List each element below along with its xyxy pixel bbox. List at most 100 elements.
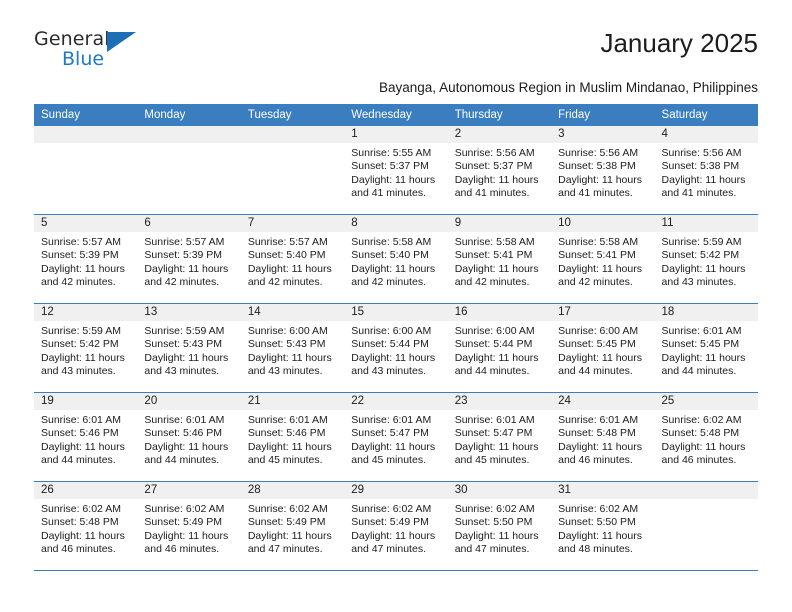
day-number: 5 [34, 215, 138, 232]
calendar-week-row: 26 Sunrise: 6:02 AM Sunset: 5:48 PM Dayligh… [34, 481, 758, 571]
calendar-day[interactable]: 12 Sunrise: 5:59 AM Sunset: 5:42 PM Dayligh… [34, 304, 138, 392]
calendar-day[interactable]: 1 Sunrise: 5:55 AM Sunset: 5:37 PM Daylight… [344, 126, 448, 214]
day-sun-info: Sunrise: 6:01 AM Sunset: 5:45 PM Daylight:… [655, 321, 758, 379]
calendar-day[interactable]: 30 Sunrise: 6:02 AM Sunset: 5:50 PM Dayligh… [447, 482, 552, 570]
calendar-day[interactable]: 21 Sunrise: 6:01 AM Sunset: 5:46 PM Dayligh… [240, 393, 345, 481]
calendar-day[interactable]: 26 Sunrise: 6:02 AM Sunset: 5:48 PM Dayligh… [34, 482, 138, 570]
calendar-day[interactable]: 8 Sunrise: 5:58 AM Sunset: 5:40 PM Daylight… [344, 215, 448, 303]
daylight-text-line2: and 44 minutes. [454, 365, 530, 378]
calendar-day[interactable]: 3 Sunrise: 5:56 AM Sunset: 5:38 PM Daylight… [551, 126, 655, 214]
sunrise-text: Sunrise: 6:02 AM [351, 503, 432, 515]
calendar-day-empty [240, 126, 345, 214]
calendar-day[interactable]: 17 Sunrise: 6:00 AM Sunset: 5:45 PM Dayligh… [551, 304, 655, 392]
calendar-week-row: 19 Sunrise: 6:01 AM Sunset: 5:46 PM Dayligh… [34, 392, 758, 482]
calendar-cell: 29 Sunrise: 6:02 AM Sunset: 5:49 PM Dayligh… [344, 481, 448, 571]
calendar-day[interactable]: 11 Sunrise: 5:59 AM Sunset: 5:42 PM Dayligh… [654, 215, 758, 303]
sunset-text: Sunset: 5:50 PM [558, 516, 636, 529]
calendar-cell: 3 Sunrise: 5:56 AM Sunset: 5:38 PM Daylight… [551, 126, 655, 215]
daylight-text-line1: Daylight: 11 hours [247, 440, 332, 453]
calendar-day[interactable]: 16 Sunrise: 6:00 AM Sunset: 5:44 PM Dayligh… [447, 304, 552, 392]
daylight-text-line2: and 48 minutes. [558, 543, 633, 556]
day-sun-info: Sunrise: 6:02 AM Sunset: 5:49 PM Daylight:… [344, 499, 447, 557]
daylight-text-line2: and 42 minutes. [454, 276, 530, 289]
calendar-cell: 12 Sunrise: 5:59 AM Sunset: 5:42 PM Dayligh… [34, 303, 138, 393]
generalblue-logo[interactable]: General Blue [34, 28, 154, 76]
daylight-text-line2: and 42 minutes. [247, 276, 323, 289]
sunrise-text: Sunrise: 6:01 AM [351, 414, 432, 426]
day-sun-info: Sunrise: 6:02 AM Sunset: 5:49 PM Daylight:… [137, 499, 240, 557]
day-number: 14 [240, 304, 345, 321]
calendar-cell: 9 Sunrise: 5:58 AM Sunset: 5:41 PM Daylight… [447, 214, 552, 304]
weekday-header-saturday: Saturday [654, 104, 758, 126]
day-sun-info: Sunrise: 5:59 AM Sunset: 5:42 PM Daylight:… [655, 232, 758, 290]
sunset-text: Sunset: 5:41 PM [558, 249, 636, 262]
daylight-text-line2: and 42 minutes. [351, 276, 426, 289]
calendar-day[interactable]: 9 Sunrise: 5:58 AM Sunset: 5:41 PM Daylight… [447, 215, 552, 303]
calendar-day[interactable]: 4 Sunrise: 5:56 AM Sunset: 5:38 PM Daylight… [654, 126, 758, 214]
weekday-header-row: Sunday Monday Tuesday Wednesday Thursday… [34, 104, 758, 126]
calendar-day[interactable]: 10 Sunrise: 5:58 AM Sunset: 5:41 PM Dayligh… [551, 215, 655, 303]
daylight-text-line1: Daylight: 11 hours [558, 529, 642, 542]
day-number: 24 [551, 393, 655, 410]
daylight-text-line2: and 47 minutes. [351, 543, 426, 556]
day-number: 10 [551, 215, 655, 232]
calendar-day[interactable]: 5 Sunrise: 5:57 AM Sunset: 5:39 PM Daylight… [34, 215, 138, 303]
daylight-text-line1: Daylight: 11 hours [454, 173, 539, 186]
calendar-day[interactable]: 28 Sunrise: 6:02 AM Sunset: 5:49 PM Dayligh… [240, 482, 345, 570]
calendar-cell: 13 Sunrise: 5:59 AM Sunset: 5:43 PM Dayligh… [137, 303, 241, 393]
calendar-day[interactable]: 13 Sunrise: 5:59 AM Sunset: 5:43 PM Dayligh… [137, 304, 241, 392]
daylight-text-line1: Daylight: 11 hours [558, 173, 642, 186]
sunset-text: Sunset: 5:50 PM [454, 516, 533, 529]
daylight-text-line2: and 46 minutes. [558, 454, 633, 467]
day-number: 20 [137, 393, 241, 410]
day-number [240, 126, 345, 143]
sunset-text: Sunset: 5:45 PM [661, 338, 740, 351]
calendar-day-empty [654, 482, 758, 570]
day-sun-info: Sunrise: 6:00 AM Sunset: 5:44 PM Daylight:… [344, 321, 447, 379]
day-sun-info: Sunrise: 5:55 AM Sunset: 5:37 PM Daylight:… [344, 143, 447, 201]
calendar-day[interactable]: 2 Sunrise: 5:56 AM Sunset: 5:37 PM Daylight… [447, 126, 552, 214]
calendar-day[interactable]: 27 Sunrise: 6:02 AM Sunset: 5:49 PM Dayligh… [137, 482, 241, 570]
daylight-text-line2: and 43 minutes. [247, 365, 323, 378]
daylight-text-line1: Daylight: 11 hours [351, 262, 436, 275]
daylight-text-line1: Daylight: 11 hours [558, 262, 642, 275]
daylight-text-line2: and 42 minutes. [144, 276, 220, 289]
sunrise-text: Sunrise: 5:56 AM [558, 147, 639, 159]
day-sun-info: Sunrise: 5:57 AM Sunset: 5:39 PM Daylight:… [34, 232, 137, 290]
day-sun-info: Sunrise: 5:58 AM Sunset: 5:41 PM Daylight:… [448, 232, 551, 290]
sunrise-text: Sunrise: 6:00 AM [558, 325, 639, 337]
calendar-day[interactable]: 29 Sunrise: 6:02 AM Sunset: 5:49 PM Dayligh… [344, 482, 448, 570]
calendar-day[interactable]: 22 Sunrise: 6:01 AM Sunset: 5:47 PM Dayligh… [344, 393, 448, 481]
calendar-week-row: 12 Sunrise: 5:59 AM Sunset: 5:42 PM Dayligh… [34, 303, 758, 393]
day-sun-info: Sunrise: 6:02 AM Sunset: 5:48 PM Daylight:… [34, 499, 137, 557]
calendar-day[interactable]: 7 Sunrise: 5:57 AM Sunset: 5:40 PM Daylight… [240, 215, 345, 303]
day-sun-info: Sunrise: 6:00 AM Sunset: 5:43 PM Daylight:… [241, 321, 344, 379]
calendar-day[interactable]: 18 Sunrise: 6:01 AM Sunset: 5:45 PM Dayligh… [654, 304, 758, 392]
daylight-text-line1: Daylight: 11 hours [144, 529, 229, 542]
sunset-text: Sunset: 5:38 PM [661, 160, 740, 173]
calendar-day[interactable]: 23 Sunrise: 6:01 AM Sunset: 5:47 PM Dayligh… [447, 393, 552, 481]
calendar-day[interactable]: 31 Sunrise: 6:02 AM Sunset: 5:50 PM Dayligh… [551, 482, 655, 570]
calendar-cell: 16 Sunrise: 6:00 AM Sunset: 5:44 PM Dayligh… [447, 303, 552, 393]
calendar-day[interactable]: 25 Sunrise: 6:02 AM Sunset: 5:48 PM Dayligh… [654, 393, 758, 481]
calendar-cell: 31 Sunrise: 6:02 AM Sunset: 5:50 PM Dayligh… [551, 481, 655, 571]
calendar-cell: 19 Sunrise: 6:01 AM Sunset: 5:46 PM Dayligh… [34, 392, 138, 482]
calendar-cell: 25 Sunrise: 6:02 AM Sunset: 5:48 PM Dayligh… [654, 392, 758, 482]
day-sun-info: Sunrise: 6:01 AM Sunset: 5:46 PM Daylight:… [34, 410, 137, 468]
sunset-text: Sunset: 5:46 PM [247, 427, 326, 440]
calendar-day[interactable]: 6 Sunrise: 5:57 AM Sunset: 5:39 PM Daylight… [137, 215, 241, 303]
daylight-text-line1: Daylight: 11 hours [661, 173, 746, 186]
sunrise-text: Sunrise: 6:00 AM [351, 325, 432, 337]
day-sun-info: Sunrise: 6:01 AM Sunset: 5:46 PM Daylight:… [241, 410, 344, 468]
sunrise-text: Sunrise: 5:58 AM [351, 236, 432, 248]
sunrise-text: Sunrise: 6:01 AM [247, 414, 328, 426]
calendar-day[interactable]: 14 Sunrise: 6:00 AM Sunset: 5:43 PM Dayligh… [240, 304, 345, 392]
daylight-text-line2: and 45 minutes. [247, 454, 323, 467]
weekday-header-friday: Friday [551, 104, 655, 126]
calendar-day[interactable]: 24 Sunrise: 6:01 AM Sunset: 5:48 PM Dayligh… [551, 393, 655, 481]
calendar-day[interactable]: 19 Sunrise: 6:01 AM Sunset: 5:46 PM Dayligh… [34, 393, 138, 481]
calendar-cell: 5 Sunrise: 5:57 AM Sunset: 5:39 PM Daylight… [34, 214, 138, 304]
calendar-day[interactable]: 20 Sunrise: 6:01 AM Sunset: 5:46 PM Dayligh… [137, 393, 241, 481]
calendar-day[interactable]: 15 Sunrise: 6:00 AM Sunset: 5:44 PM Dayligh… [344, 304, 448, 392]
day-sun-info: Sunrise: 5:58 AM Sunset: 5:40 PM Daylight:… [344, 232, 447, 290]
